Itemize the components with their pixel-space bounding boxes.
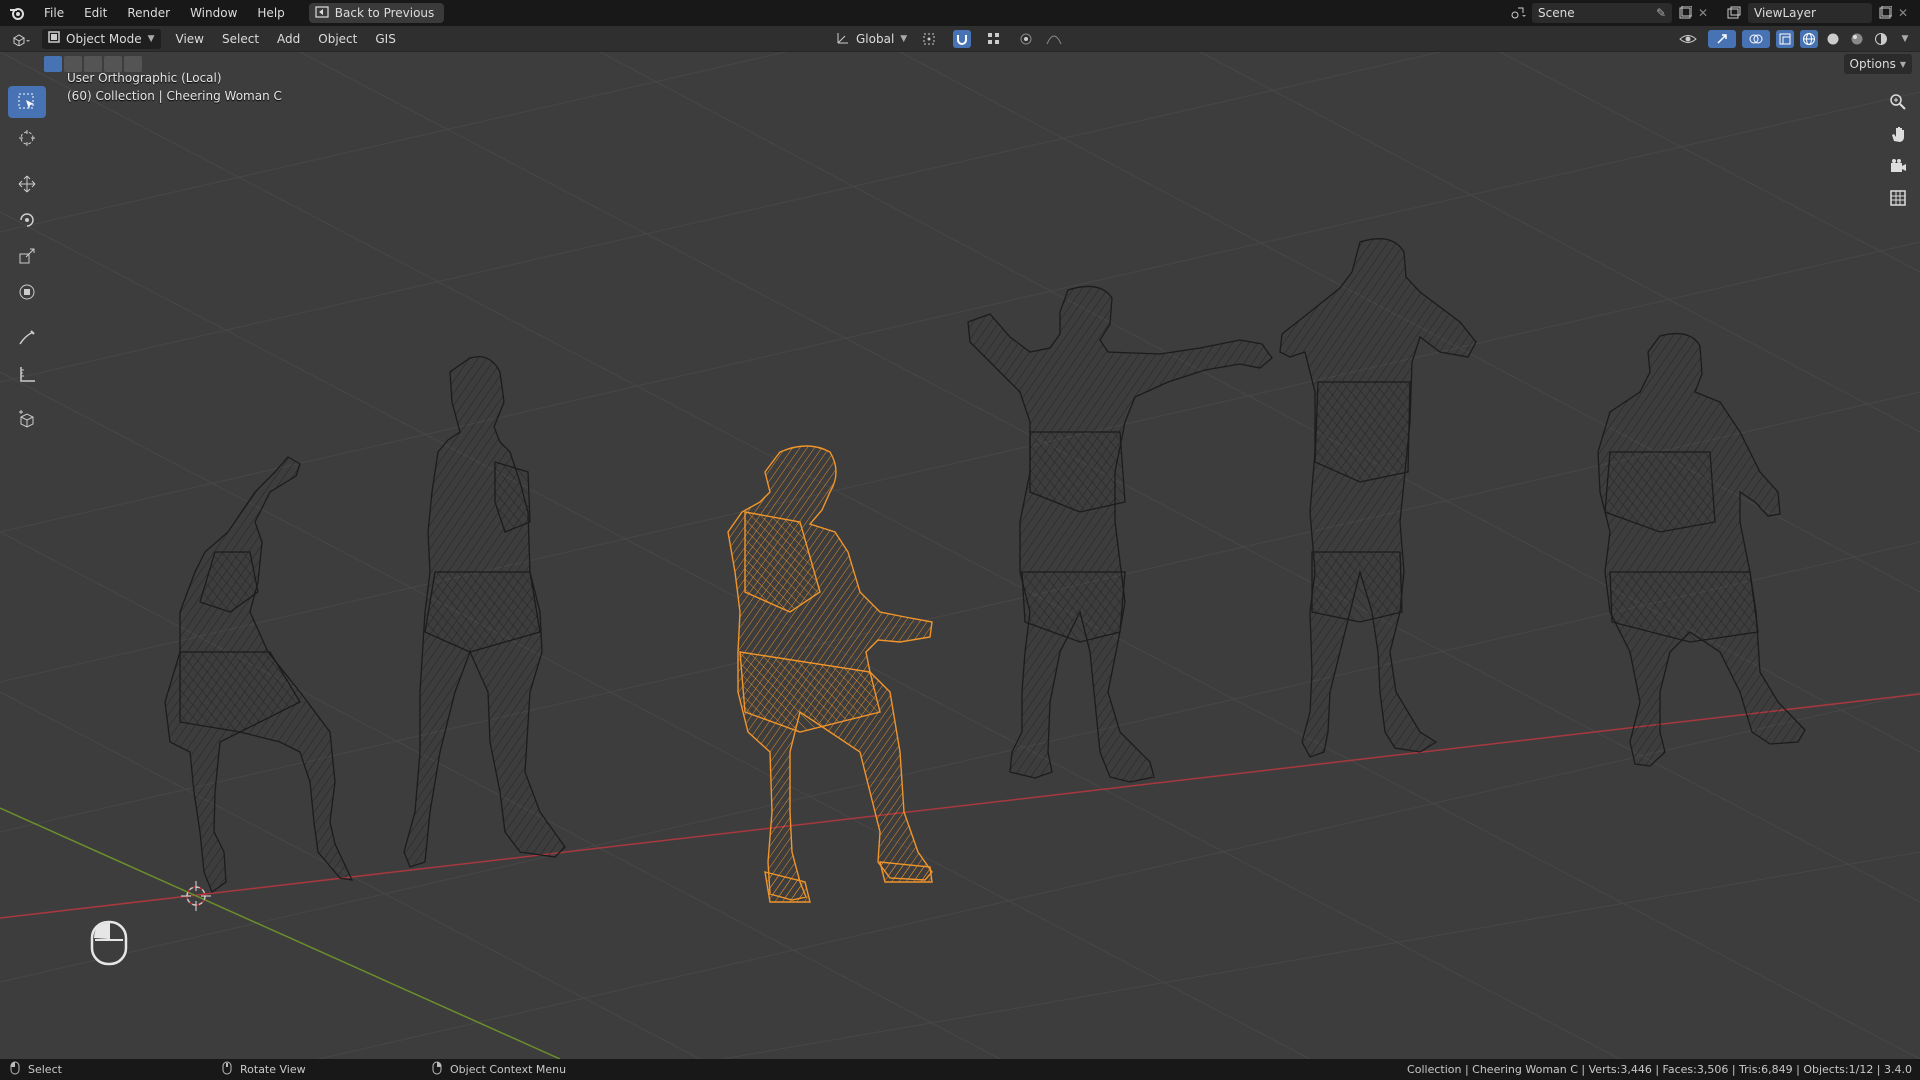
tool-shelf bbox=[8, 86, 46, 436]
pan-hand-icon[interactable] bbox=[1886, 122, 1910, 146]
header-menu-add[interactable]: Add bbox=[268, 26, 309, 52]
status-context-label: Object Context Menu bbox=[450, 1063, 567, 1076]
zoom-magnifier-icon[interactable] bbox=[1886, 90, 1910, 114]
orientation-icon bbox=[836, 31, 850, 48]
collection-info: (60) Collection | Cheering Woman C bbox=[67, 89, 282, 103]
object-mode-icon bbox=[48, 31, 60, 46]
viewport-header: Object Mode ▼ View Select Add Object GIS… bbox=[0, 26, 1920, 52]
menu-window[interactable]: Window bbox=[180, 0, 247, 26]
status-rotate: Rotate View bbox=[222, 1061, 422, 1078]
xray-toggle-icon[interactable] bbox=[1776, 30, 1794, 48]
status-context: Object Context Menu bbox=[432, 1061, 566, 1078]
header-menu-object[interactable]: Object bbox=[309, 26, 366, 52]
mouse-left-icon bbox=[10, 1061, 20, 1078]
view-layer-name: ViewLayer bbox=[1754, 6, 1816, 20]
scene-statistics: Collection | Cheering Woman C | Verts:3,… bbox=[1407, 1063, 1912, 1076]
viewport-info: User Orthographic (Local) (60) Collectio… bbox=[67, 69, 282, 105]
options-label: Options bbox=[1849, 57, 1896, 71]
solid-shading-icon[interactable] bbox=[1824, 30, 1842, 48]
navigation-gizmo bbox=[1886, 90, 1910, 210]
status-bar: Select Rotate View Object Context Menu C… bbox=[0, 1059, 1920, 1080]
status-select: Select bbox=[10, 1061, 180, 1078]
blender-logo-icon[interactable] bbox=[0, 0, 34, 26]
pin-icon[interactable]: ✎ bbox=[1656, 6, 1666, 20]
options-dropdown[interactable]: Options ▼ bbox=[1843, 54, 1912, 74]
figure-hands-on-head bbox=[1279, 238, 1477, 758]
menu-help[interactable]: Help bbox=[247, 0, 294, 26]
chevron-down-icon: ▼ bbox=[900, 34, 908, 44]
shading-options-chevron-icon[interactable]: ▼ bbox=[1896, 30, 1914, 48]
wireframe-shading-icon[interactable] bbox=[1800, 30, 1818, 48]
camera-view-icon[interactable] bbox=[1886, 154, 1910, 178]
transform-orientation-dropdown[interactable]: Global ▼ bbox=[836, 31, 907, 48]
rotate-tool[interactable] bbox=[8, 204, 46, 236]
delete-scene-icon[interactable]: ✕ bbox=[1694, 4, 1712, 22]
mouse-right-icon bbox=[432, 1061, 442, 1078]
status-select-label: Select bbox=[28, 1063, 62, 1076]
select-box-tool[interactable] bbox=[8, 86, 46, 118]
back-to-previous-label: Back to Previous bbox=[334, 6, 435, 20]
chevron-down-icon: ▼ bbox=[1899, 59, 1906, 69]
cursor-tool[interactable] bbox=[8, 122, 46, 154]
snap-toggle-icon[interactable] bbox=[953, 30, 972, 48]
chevron-down-icon: ▼ bbox=[147, 33, 155, 44]
menu-edit[interactable]: Edit bbox=[74, 0, 117, 26]
figure-selected-sitting bbox=[727, 445, 933, 903]
workspace-right: Scene ✎ ✕ ViewLayer ✕ bbox=[1504, 0, 1920, 26]
transform-tools: Global ▼ bbox=[836, 26, 1063, 52]
back-to-previous-button[interactable]: Back to Previous bbox=[308, 3, 445, 23]
scene-selector-icon[interactable] bbox=[1504, 4, 1532, 22]
scene-field[interactable]: Scene ✎ bbox=[1532, 3, 1672, 23]
delete-view-layer-icon[interactable]: ✕ bbox=[1894, 4, 1912, 22]
add-cube-tool[interactable] bbox=[8, 404, 46, 436]
visibility-eye-icon[interactable] bbox=[1674, 30, 1702, 48]
figure-pointing bbox=[967, 285, 1273, 783]
y-axis-line bbox=[0, 807, 561, 1059]
menu-file[interactable]: File bbox=[34, 0, 74, 26]
menu-render[interactable]: Render bbox=[117, 0, 180, 26]
pivot-point-icon[interactable] bbox=[917, 30, 943, 48]
screen-back-icon bbox=[315, 5, 329, 21]
move-tool[interactable] bbox=[8, 168, 46, 200]
editor-type-icon[interactable] bbox=[6, 30, 36, 48]
measure-tool[interactable] bbox=[8, 358, 46, 390]
top-menu-bar: File Edit Render Window Help Back to Pre… bbox=[0, 0, 1920, 26]
overlays-toggle-icon[interactable] bbox=[1742, 30, 1770, 48]
object-mode-label: Object Mode bbox=[66, 31, 142, 46]
view-layer-field[interactable]: ViewLayer bbox=[1748, 3, 1872, 23]
header-menu-select[interactable]: Select bbox=[213, 26, 268, 52]
header-menu-gis[interactable]: GIS bbox=[366, 26, 404, 52]
figure-leaning-sitting bbox=[1597, 332, 1806, 767]
mouse-middle-icon bbox=[222, 1061, 232, 1078]
new-view-layer-icon[interactable] bbox=[1876, 4, 1894, 22]
annotate-tool[interactable] bbox=[8, 322, 46, 354]
header-menu-view[interactable]: View bbox=[167, 26, 213, 52]
scale-tool[interactable] bbox=[8, 240, 46, 272]
3d-viewport[interactable]: User Orthographic (Local) (60) Collectio… bbox=[0, 52, 1920, 1059]
orientation-label: Global bbox=[856, 32, 895, 46]
view-layer-selector-icon[interactable] bbox=[1720, 4, 1748, 22]
scene-name: Scene bbox=[1538, 6, 1575, 20]
viewport-scene bbox=[0, 52, 1920, 1059]
gizmo-toggle-icon[interactable] bbox=[1708, 30, 1736, 48]
proportional-editing-icon[interactable] bbox=[1017, 30, 1035, 48]
select-new-icon[interactable] bbox=[44, 56, 62, 72]
material-shading-icon[interactable] bbox=[1848, 30, 1866, 48]
status-rotate-label: Rotate View bbox=[240, 1063, 306, 1076]
figure-crouching-cheer bbox=[164, 456, 354, 894]
falloff-curve-icon[interactable] bbox=[1045, 30, 1063, 48]
mouse-input-icon bbox=[90, 920, 128, 966]
viewport-display-tools: ▼ bbox=[1674, 26, 1914, 52]
new-scene-icon[interactable] bbox=[1676, 4, 1694, 22]
figure-standing-clap bbox=[403, 355, 566, 868]
object-mode-dropdown[interactable]: Object Mode ▼ bbox=[42, 28, 161, 49]
snap-to-icon[interactable] bbox=[981, 30, 1007, 48]
view-name: User Orthographic (Local) bbox=[67, 71, 222, 85]
transform-tool[interactable] bbox=[8, 276, 46, 308]
rendered-shading-icon[interactable] bbox=[1872, 30, 1890, 48]
orthographic-grid-icon[interactable] bbox=[1886, 186, 1910, 210]
